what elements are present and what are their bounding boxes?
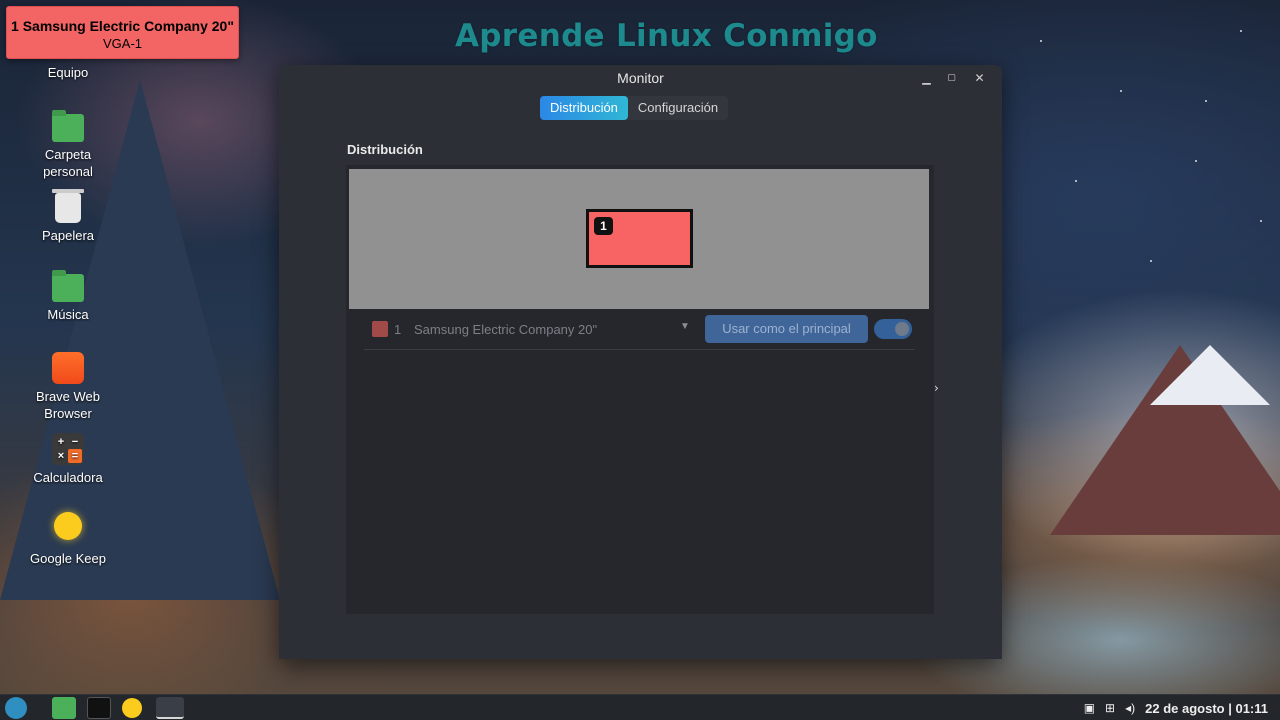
- monitor-enable-toggle[interactable]: [874, 319, 912, 339]
- osd-monitor-name: 1 Samsung Electric Company 20": [11, 18, 234, 34]
- display-settings-icon[interactable]: [156, 697, 184, 719]
- google-keep-icon: [54, 512, 82, 540]
- terminal-icon[interactable]: [87, 697, 111, 719]
- minimize-icon[interactable]: ▁: [918, 70, 935, 87]
- brave-browser-icon: [52, 352, 84, 384]
- tab-configuracion[interactable]: Configuración: [628, 96, 728, 120]
- file-manager-icon[interactable]: [52, 697, 76, 719]
- taskbar: ▣ ⊞ ◂) 22 de agosto | 01:11: [0, 694, 1280, 720]
- close-icon[interactable]: ✕: [971, 70, 988, 87]
- monitor-row: 1 Samsung Electric Company 20" ▼ Usar co…: [364, 310, 915, 350]
- osd-connector: VGA-1: [102, 36, 142, 51]
- desktop-icon-label: Música: [47, 307, 89, 322]
- clock[interactable]: 22 de agosto | 01:11: [1145, 701, 1268, 716]
- menu-icon[interactable]: [5, 697, 27, 719]
- desktop-icon-brave[interactable]: Brave Web Browser: [8, 352, 128, 422]
- desktop-icon-musica[interactable]: Música: [8, 270, 128, 323]
- desktop-icon-label-line2: Browser: [44, 406, 92, 421]
- window-title: Monitor: [617, 70, 664, 86]
- wallpaper-snowcap: [1150, 345, 1270, 405]
- desktop-icon-label: Carpeta: [44, 147, 92, 162]
- mouse-cursor-icon: ›: [934, 381, 939, 395]
- desktop-icon-carpeta-personal[interactable]: Carpeta personal: [8, 110, 128, 180]
- desktop-icon-calculadora[interactable]: + − × = Calculadora: [8, 433, 128, 486]
- monitor-tile[interactable]: 1: [586, 209, 693, 268]
- chevron-down-icon[interactable]: ▼: [680, 321, 690, 332]
- calculator-icon: + − × =: [52, 433, 84, 465]
- monitor-color-swatch: [372, 321, 388, 337]
- monitor-number-badge: 1: [594, 217, 613, 235]
- network-icon[interactable]: ⊞: [1105, 701, 1115, 715]
- monitor-name-dropdown[interactable]: Samsung Electric Company 20": [414, 322, 597, 337]
- desktop-icon-label: Equipo: [47, 65, 89, 80]
- system-tray: ▣ ⊞ ◂) 22 de agosto | 01:11: [1084, 695, 1280, 720]
- desktop-icon-label: Brave Web: [35, 389, 101, 404]
- desktop-icon-label-line2: personal: [43, 164, 93, 179]
- monitor-arrangement-area[interactable]: 1: [349, 169, 929, 309]
- maximize-icon[interactable]: ▢: [943, 70, 960, 87]
- tab-distribucion[interactable]: Distribución: [540, 96, 628, 120]
- volume-icon[interactable]: ◂): [1125, 701, 1135, 715]
- desktop-watermark: Aprende Linux Conmigo: [455, 18, 878, 54]
- toggle-knob: [895, 322, 909, 336]
- tab-switcher: Distribución Configuración: [540, 96, 729, 120]
- home-folder-icon: [52, 110, 84, 142]
- layout-panel: 1 1 Samsung Electric Company 20" ▼ Usar …: [346, 165, 934, 614]
- printer-icon[interactable]: ▣: [1084, 701, 1095, 715]
- desktop-icon-papelera[interactable]: Papelera: [8, 189, 128, 244]
- monitor-identify-osd: 1 Samsung Electric Company 20" VGA-1: [6, 6, 239, 59]
- google-keep-icon[interactable]: [122, 698, 142, 718]
- monitor-row-number: 1: [394, 322, 402, 337]
- desktop-icon-label: Papelera: [41, 228, 95, 243]
- window-titlebar[interactable]: Monitor ▁ ▢ ✕: [279, 65, 1002, 92]
- monitor-settings-window: Monitor ▁ ▢ ✕ Distribución Configuración…: [279, 65, 1002, 659]
- music-folder-icon: [52, 270, 84, 302]
- desktop-icon-label: Calculadora: [33, 470, 103, 485]
- desktop-icon-label: Google Keep: [30, 551, 106, 566]
- set-primary-button[interactable]: Usar como el principal: [705, 315, 868, 343]
- desktop-icon-google-keep[interactable]: Google Keep: [8, 512, 128, 567]
- section-title: Distribución: [347, 142, 423, 157]
- trash-icon: [52, 189, 84, 223]
